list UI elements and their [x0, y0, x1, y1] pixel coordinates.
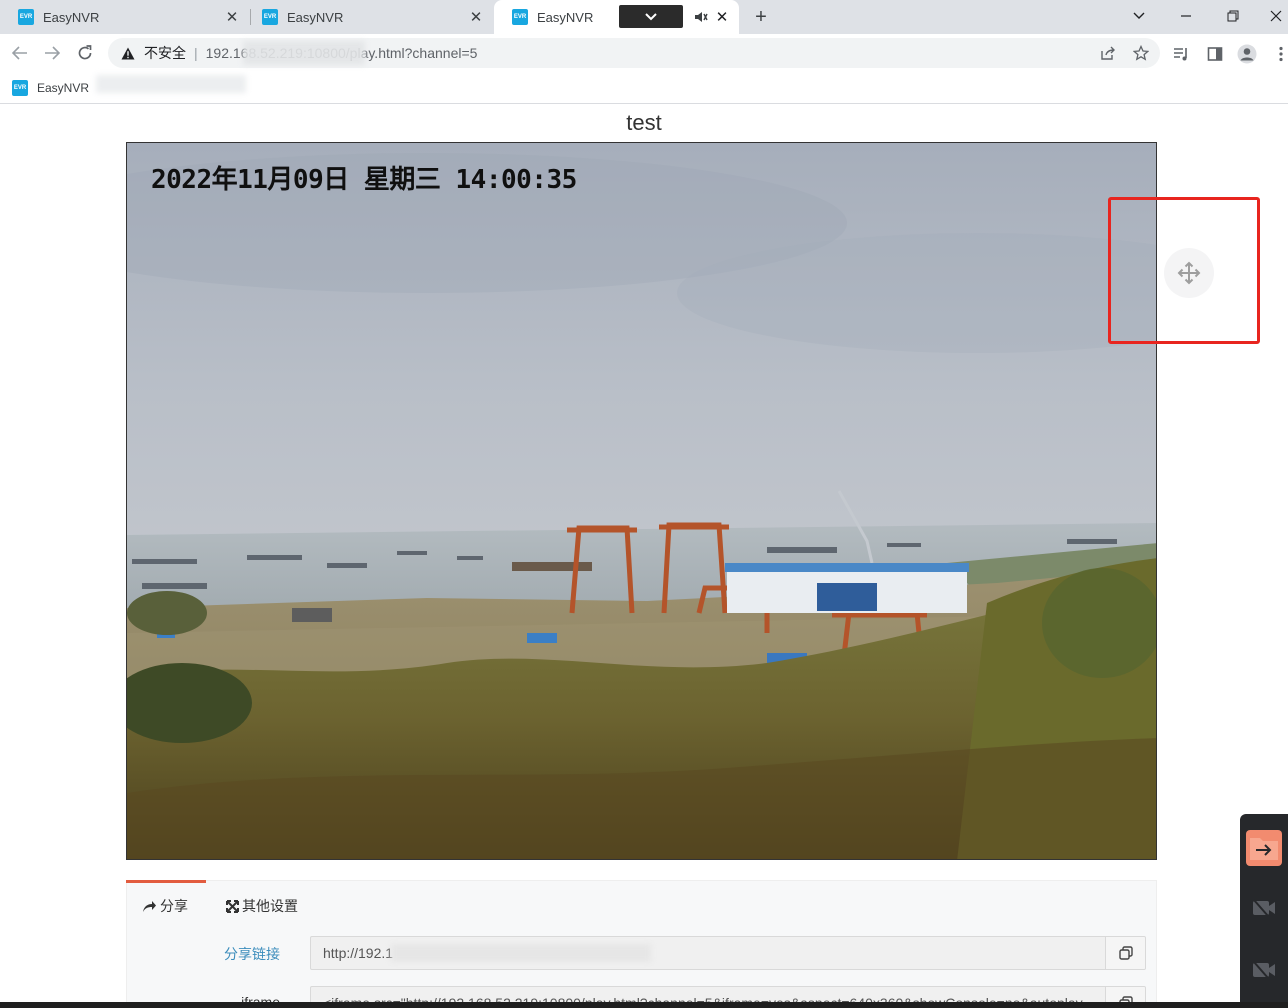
- folder-arrow-icon: [1250, 838, 1278, 860]
- address-url[interactable]: 192.168.52.219:10800/play.html?channel=5: [206, 41, 477, 65]
- browser-tab-2[interactable]: EVR EasyNVR ✕: [244, 0, 494, 34]
- browser-tab-1[interactable]: EVR EasyNVR ✕: [0, 0, 250, 34]
- bookmark-easynvr[interactable]: EVR EasyNVR: [12, 78, 89, 98]
- profile-avatar-icon[interactable]: [1236, 43, 1258, 65]
- forward-arrow-icon[interactable]: [40, 41, 64, 65]
- media-control-icon[interactable]: [1171, 43, 1193, 65]
- expand-icon: [226, 899, 239, 913]
- browser-tab-strip: EVR EasyNVR ✕ EVR EasyNVR ✕ EVR EasyNVR …: [0, 0, 1288, 34]
- address-bar[interactable]: 不安全 | 192.168.52.219:10800/play.html?cha…: [108, 38, 1160, 68]
- video-off-icon: [1253, 899, 1275, 917]
- tab-audio-muted-icon[interactable]: [693, 8, 709, 26]
- bookmark-label: EasyNVR: [37, 81, 90, 95]
- easynvr-favicon-icon: EVR: [512, 9, 528, 25]
- tab-share[interactable]: 分享: [142, 896, 188, 916]
- reload-icon[interactable]: [73, 41, 97, 65]
- redaction-blur: [242, 41, 365, 65]
- ptz-move-handle[interactable]: [1164, 248, 1214, 298]
- move-arrows-icon: [1177, 261, 1201, 285]
- redaction-blur: [96, 75, 246, 93]
- copy-share-link-button[interactable]: [1105, 937, 1145, 969]
- video-osd-timestamp: 2022年11月09日 星期三 14:00:35: [151, 165, 577, 195]
- easynvr-favicon-icon: EVR: [18, 9, 34, 25]
- address-separator: |: [194, 45, 198, 61]
- dock-video-button[interactable]: [1246, 890, 1282, 926]
- minimize-window-icon[interactable]: [1173, 4, 1199, 28]
- dock-export-button[interactable]: [1246, 830, 1282, 866]
- close-tab-icon[interactable]: ✕: [712, 7, 732, 27]
- copy-icon: [1118, 946, 1133, 960]
- dock-video-button-2[interactable]: [1246, 952, 1282, 988]
- tab-other-settings[interactable]: 其他设置: [226, 896, 298, 916]
- share-link-label: 分享链接: [224, 946, 280, 962]
- video-player[interactable]: 2022年11月09日 星期三 14:00:35: [126, 142, 1157, 860]
- chevron-down-icon: [645, 12, 657, 20]
- share-link-field[interactable]: http://192.1: [310, 936, 1146, 970]
- video-off-icon: [1253, 961, 1275, 979]
- security-label: 不安全: [144, 45, 186, 61]
- tab-title: EasyNVR: [287, 9, 344, 25]
- tab-share-label: 分享: [160, 898, 188, 914]
- easynvr-favicon-icon: EVR: [12, 80, 28, 96]
- kebab-menu-icon[interactable]: [1270, 43, 1288, 65]
- page-title: test: [626, 110, 662, 135]
- new-tab-plus-icon[interactable]: +: [750, 6, 772, 28]
- floating-side-dock: [1240, 814, 1288, 1008]
- tab-search-dropdown[interactable]: [619, 5, 683, 28]
- live-video-frame: [127, 143, 1156, 859]
- tab-list-chevron-icon[interactable]: [1126, 4, 1152, 28]
- not-secure-warning-icon[interactable]: [120, 45, 136, 61]
- share-page-icon[interactable]: [1098, 43, 1118, 63]
- taskbar-edge: [0, 1002, 1288, 1008]
- tab-title: EasyNVR: [43, 9, 100, 25]
- active-tab-indicator: [126, 880, 206, 883]
- share-icon: [142, 900, 157, 913]
- bookmark-star-icon[interactable]: [1131, 43, 1151, 63]
- close-tab-icon[interactable]: ✕: [466, 7, 486, 27]
- redaction-blur: [391, 944, 651, 962]
- side-panel-icon[interactable]: [1204, 43, 1226, 65]
- close-window-icon[interactable]: [1263, 4, 1288, 28]
- easynvr-favicon-icon: EVR: [262, 9, 278, 25]
- close-tab-icon[interactable]: ✕: [222, 7, 242, 27]
- back-arrow-icon[interactable]: [8, 41, 32, 65]
- tab-other-settings-label: 其他设置: [242, 898, 298, 914]
- restore-window-icon[interactable]: [1220, 4, 1246, 28]
